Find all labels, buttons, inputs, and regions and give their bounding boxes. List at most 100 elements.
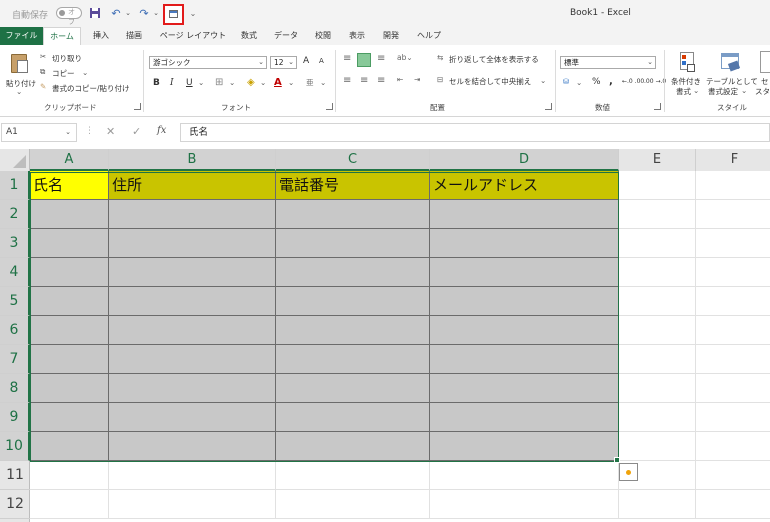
cell[interactable] [276,403,430,432]
cell[interactable] [30,258,109,287]
column-header-b[interactable]: B [109,149,276,171]
tab-developer[interactable]: 開発 [378,27,404,45]
cell-a1[interactable]: 氏名 [30,171,109,200]
alignment-launcher-icon[interactable] [545,103,552,110]
cell[interactable] [109,403,276,432]
row-header[interactable]: 5 [0,287,30,316]
cell[interactable] [109,461,276,490]
wrap-text-icon[interactable]: ⇆ [437,53,443,62]
cell[interactable] [276,345,430,374]
row-header[interactable]: 2 [0,200,30,229]
undo-icon[interactable]: ↶ [109,5,123,21]
tab-file[interactable]: ファイル [0,27,43,45]
insert-function-button[interactable]: fx [157,125,166,136]
redo-icon[interactable]: ↷ [137,5,151,21]
decrease-indent-icon[interactable]: ⇤ [397,75,403,84]
row-header[interactable]: 10 [0,432,30,461]
copy-button[interactable]: コピー [52,68,75,79]
cell[interactable] [30,461,109,490]
cancel-icon[interactable]: ✕ [106,125,115,138]
conditional-formatting-dropdown-icon[interactable]: ⌄ [693,86,699,95]
cell[interactable] [430,287,619,316]
cell-c1[interactable]: 電話番号 [276,171,430,200]
column-header-c[interactable]: C [276,149,430,171]
cell[interactable] [276,461,430,490]
cell-styles-button-line2[interactable]: スタ [755,86,770,97]
currency-dropdown-icon[interactable]: ⌄ [576,78,582,87]
cell[interactable] [109,345,276,374]
grow-font-button[interactable]: A [303,56,309,66]
cell[interactable] [619,316,696,345]
cell-d1[interactable]: メールアドレス [430,171,619,200]
cell[interactable] [276,374,430,403]
number-launcher-icon[interactable] [654,103,661,110]
font-size-select[interactable]: 12 ⌄ [270,56,297,69]
cell[interactable] [30,287,109,316]
merge-center-button[interactable]: セルを結合して中央揃え [449,76,531,87]
row-header[interactable]: 12 [0,490,30,519]
cell[interactable] [430,345,619,374]
tab-view[interactable]: 表示 [344,27,370,45]
row-header[interactable]: 3 [0,229,30,258]
paste-icon[interactable] [8,51,30,77]
formula-input[interactable]: 氏名 [180,123,770,142]
tab-review[interactable]: 校閲 [310,27,336,45]
cell[interactable] [619,374,696,403]
cell[interactable] [696,258,770,287]
comma-button[interactable]: , [609,76,613,87]
paste-dropdown-icon[interactable]: ⌄ [16,87,22,96]
currency-icon[interactable]: ⛁ [563,77,569,86]
borders-icon[interactable]: ⊞ [215,77,223,88]
copy-icon[interactable]: ⧉ [40,67,45,77]
clipboard-launcher-icon[interactable] [134,103,141,110]
percent-button[interactable]: % [592,77,601,87]
cell[interactable] [30,432,109,461]
cell[interactable] [30,345,109,374]
cell[interactable] [109,258,276,287]
cell[interactable] [696,229,770,258]
format-as-table-dropdown-icon[interactable]: ⌄ [741,86,747,95]
cell[interactable] [619,345,696,374]
font-name-select[interactable]: 游ゴシック ⌄ [149,56,267,69]
italic-button[interactable]: I [170,78,174,88]
autosave-toggle[interactable]: オフ [56,7,82,26]
cell[interactable] [430,432,619,461]
font-launcher-icon[interactable] [326,103,333,110]
tab-page-layout[interactable]: ページ レイアウト [158,27,228,45]
cell[interactable] [430,200,619,229]
cell-styles-icon[interactable] [760,51,770,73]
borders-dropdown-icon[interactable]: ⌄ [229,78,235,87]
cell[interactable] [430,229,619,258]
cell[interactable] [430,258,619,287]
cell[interactable] [696,403,770,432]
cell[interactable] [430,461,619,490]
format-painter-icon[interactable]: ✎ [40,82,46,91]
phonetic-icon[interactable]: 亜 [306,77,314,88]
cut-icon[interactable]: ✂ [40,52,46,61]
form-button-highlighted[interactable] [163,4,184,25]
cell[interactable] [696,461,770,490]
cell[interactable] [619,258,696,287]
cell[interactable] [430,374,619,403]
cell[interactable] [276,229,430,258]
quick-analysis-button[interactable] [619,463,638,481]
increase-indent-icon[interactable]: ⇥ [414,75,420,84]
cell[interactable] [696,345,770,374]
decrease-decimal-button[interactable]: .00 →.0 [644,78,666,85]
cell[interactable] [276,258,430,287]
tab-draw[interactable]: 描画 [121,27,147,45]
cell[interactable] [30,229,109,258]
cell[interactable] [619,403,696,432]
font-color-dropdown-icon[interactable]: ⌄ [288,78,294,87]
row-header[interactable]: 7 [0,345,30,374]
merge-dropdown-icon[interactable]: ⌄ [540,76,546,85]
tab-insert[interactable]: 挿入 [88,27,114,45]
cell[interactable] [109,229,276,258]
cell[interactable] [696,316,770,345]
cell[interactable] [109,200,276,229]
fill-color-dropdown-icon[interactable]: ⌄ [260,78,266,87]
orientation-icon[interactable]: ab⌄ [397,53,413,62]
cell[interactable] [276,287,430,316]
name-box[interactable]: A1 ⌄ [1,123,77,142]
column-header-d[interactable]: D [430,149,619,171]
